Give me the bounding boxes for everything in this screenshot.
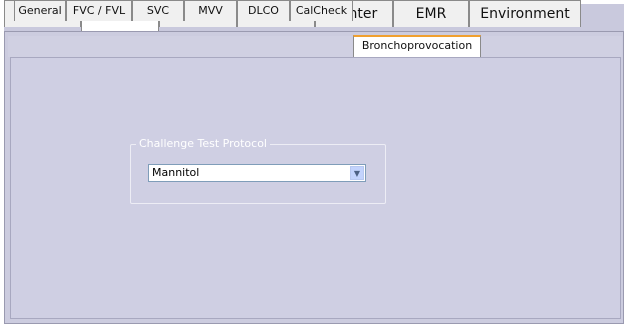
subtab-svc[interactable]: SVC — [132, 0, 184, 21]
tab-emr[interactable]: EMR — [393, 0, 469, 27]
sub-tab-bar — [8, 36, 622, 57]
chevron-down-icon[interactable]: ▼ — [350, 166, 364, 180]
protocol-select[interactable]: Mannitol ▼ — [148, 164, 366, 182]
subtab-mvv[interactable]: MVV — [184, 0, 237, 21]
protocol-select-value: Mannitol — [152, 166, 200, 179]
subtab-general[interactable]: General — [14, 0, 66, 21]
subtab-dlco[interactable]: DLCO — [237, 0, 290, 21]
challenge-protocol-title: Challenge Test Protocol — [136, 137, 270, 151]
tab-environment[interactable]: Environment — [469, 0, 581, 27]
subtab-bronchoprovocation[interactable]: Bronchoprovocation — [353, 35, 481, 57]
subtab-fvc-fvl[interactable]: FVC / FVL — [66, 0, 132, 21]
subtab-calcheck[interactable]: CalCheck — [290, 0, 353, 21]
